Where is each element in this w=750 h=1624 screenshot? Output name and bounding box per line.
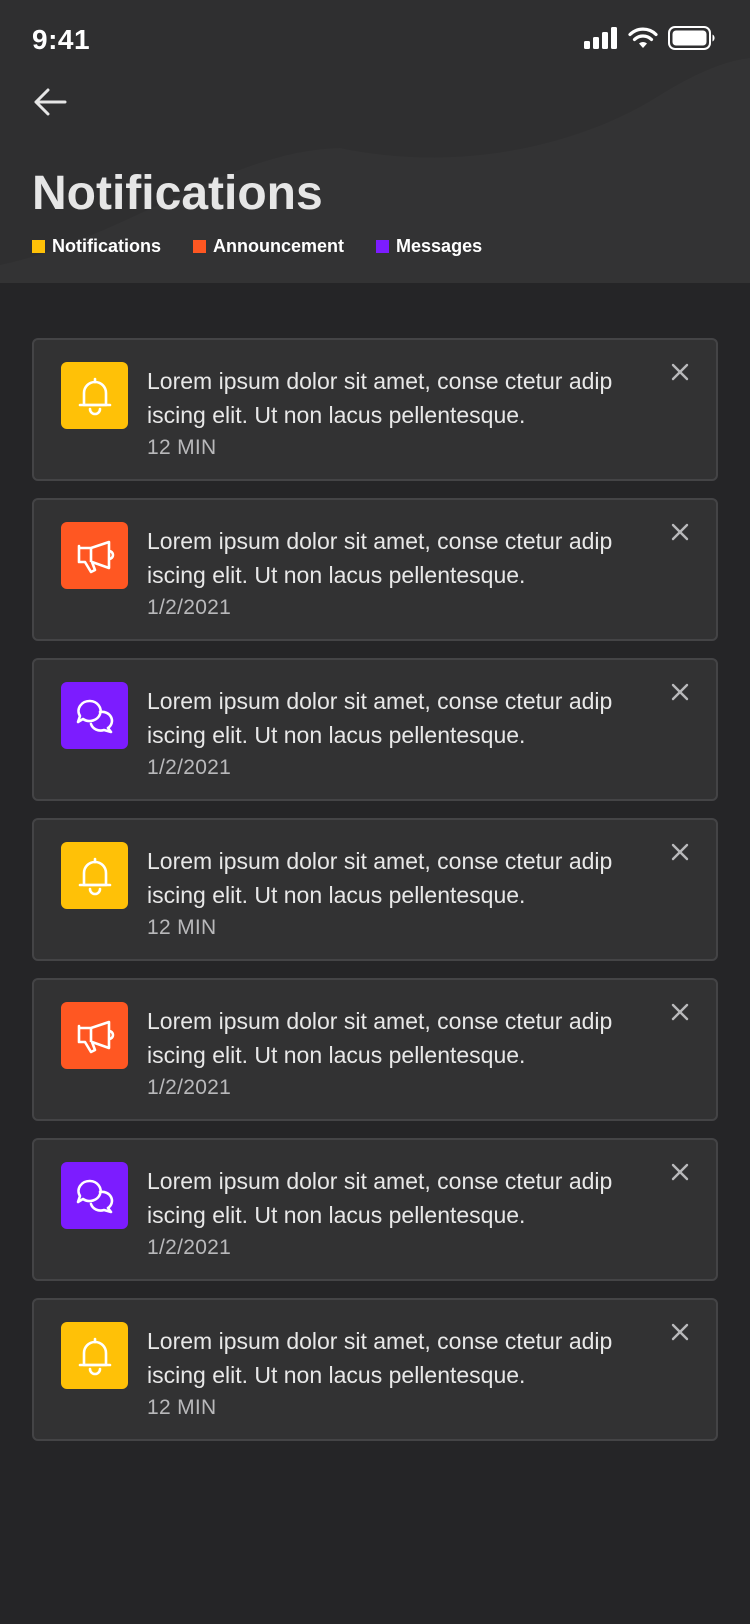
notification-text: Lorem ipsum dolor sit amet, conse ctetur… — [147, 848, 613, 908]
header: 9:41 Notifications Notifications Announc… — [0, 0, 750, 283]
close-icon — [671, 1323, 689, 1341]
notification-time: 12 MIN — [147, 1396, 217, 1419]
legend-item-messages: Messages — [376, 236, 482, 257]
close-icon — [671, 363, 689, 381]
battery-icon — [668, 26, 715, 50]
wifi-icon — [628, 27, 658, 48]
megaphone-icon — [61, 1002, 128, 1069]
notification-text: Lorem ipsum dolor sit amet, conse ctetur… — [147, 368, 613, 428]
legend-label: Messages — [396, 236, 483, 256]
dismiss-button[interactable] — [666, 518, 694, 546]
notification-card[interactable]: Lorem ipsum dolor sit amet, conse ctetur… — [32, 1138, 718, 1281]
notification-text: Lorem ipsum dolor sit amet, conse ctetur… — [147, 688, 613, 748]
notification-time: 12 MIN — [147, 436, 217, 459]
notification-list: Lorem ipsum dolor sit amet, conse ctetur… — [32, 338, 718, 1458]
legend-label: Notifications — [52, 236, 162, 256]
status-bar: 9:41 — [0, 0, 750, 84]
legend-swatch — [193, 240, 207, 253]
notification-time: 12 MIN — [147, 916, 217, 939]
notification-time: 1/2/2021 — [147, 1236, 232, 1259]
close-icon — [671, 1003, 689, 1021]
back-button[interactable] — [30, 84, 70, 120]
dismiss-button[interactable] — [666, 838, 694, 866]
notification-card[interactable]: Lorem ipsum dolor sit amet, conse ctetur… — [32, 818, 718, 961]
notification-text: Lorem ipsum dolor sit amet, conse ctetur… — [147, 1008, 613, 1068]
signal-icon — [584, 27, 617, 49]
legend-item-notifications: Notifications — [32, 236, 161, 257]
arrow-left-icon — [34, 88, 67, 116]
notification-time: 1/2/2021 — [147, 756, 232, 779]
legend-item-announcement: Announcement — [193, 236, 344, 257]
notification-text: Lorem ipsum dolor sit amet, conse ctetur… — [147, 1328, 613, 1388]
dismiss-button[interactable] — [666, 1158, 694, 1186]
dismiss-button[interactable] — [666, 358, 694, 386]
legend-swatch — [32, 240, 45, 253]
megaphone-icon — [61, 522, 128, 589]
notification-card[interactable]: Lorem ipsum dolor sit amet, conse ctetur… — [32, 338, 718, 481]
close-icon — [671, 523, 689, 541]
notification-text: Lorem ipsum dolor sit amet, conse ctetur… — [147, 1168, 613, 1228]
legend-label: Announcement — [213, 236, 345, 256]
dismiss-button[interactable] — [666, 678, 694, 706]
page-title: Notifications — [32, 167, 323, 220]
close-icon — [671, 843, 689, 861]
notification-card[interactable]: Lorem ipsum dolor sit amet, conse ctetur… — [32, 1298, 718, 1441]
close-icon — [671, 683, 689, 701]
chat-bubbles-icon — [61, 1162, 128, 1229]
notification-card[interactable]: Lorem ipsum dolor sit amet, conse ctetur… — [32, 498, 718, 641]
notification-card[interactable]: Lorem ipsum dolor sit amet, conse ctetur… — [32, 978, 718, 1121]
chat-bubbles-icon — [61, 682, 128, 749]
legend-swatch — [376, 240, 390, 253]
close-icon — [671, 1163, 689, 1181]
notification-card[interactable]: Lorem ipsum dolor sit amet, conse ctetur… — [32, 658, 718, 801]
bell-icon — [61, 842, 128, 909]
legend: Notifications Announcement Messages — [32, 236, 514, 257]
notification-text: Lorem ipsum dolor sit amet, conse ctetur… — [147, 528, 613, 588]
bell-icon — [61, 1322, 128, 1389]
dismiss-button[interactable] — [666, 1318, 694, 1346]
notification-time: 1/2/2021 — [147, 596, 232, 619]
bell-icon — [61, 362, 128, 429]
dismiss-button[interactable] — [666, 998, 694, 1026]
status-time: 9:41 — [32, 24, 91, 55]
notification-time: 1/2/2021 — [147, 1076, 232, 1099]
